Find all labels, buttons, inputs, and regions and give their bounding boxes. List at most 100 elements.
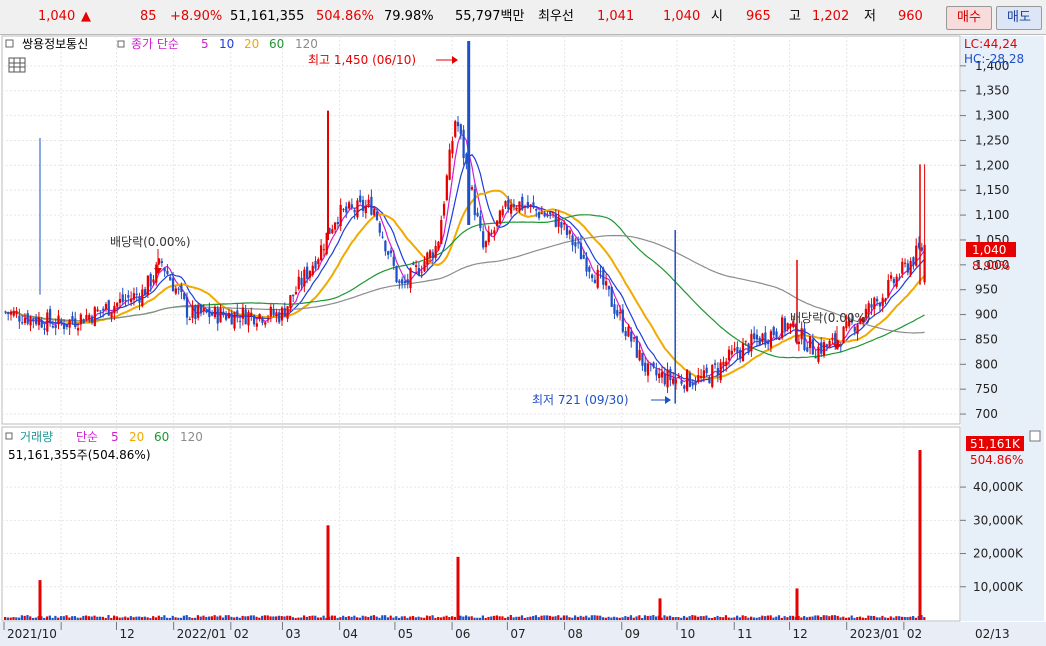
x-tick-label: 05	[398, 627, 413, 641]
current-pct-text: 8.90%	[972, 259, 1010, 273]
hc-label: HC:-28,28	[964, 52, 1024, 66]
candle-body	[881, 297, 884, 307]
volume-bar	[610, 617, 613, 620]
sell-button[interactable]: 매도	[996, 6, 1042, 30]
volume-bar	[76, 617, 79, 620]
volume-bar	[744, 616, 747, 620]
candle-body	[160, 261, 163, 264]
x-tick-label: 02/13	[975, 627, 1010, 641]
volume-bar	[121, 617, 124, 620]
volume-bar	[842, 616, 845, 620]
volume-bar	[772, 617, 775, 620]
candle-body	[515, 207, 518, 210]
candle-body	[825, 344, 828, 347]
candle-body	[780, 317, 784, 339]
candle-body	[903, 262, 907, 264]
volume-bar	[235, 616, 239, 620]
volume-bar	[724, 615, 728, 620]
volume-tick-label: 10,000K	[973, 580, 1024, 594]
candle-body	[367, 199, 370, 204]
candle-body	[266, 318, 270, 320]
candle-body	[462, 129, 465, 159]
quote-volume-ratio: 504.86%	[316, 9, 374, 24]
volume-spike-bar	[658, 598, 662, 620]
candle-body	[4, 311, 7, 313]
volume-bar	[523, 617, 526, 620]
x-tick-label: 07	[510, 627, 525, 641]
volume-bar	[615, 617, 619, 620]
candle-body	[292, 294, 295, 297]
candle-body	[442, 203, 446, 216]
candle-body	[99, 310, 102, 312]
volume-bar	[596, 615, 599, 620]
candle-body	[884, 298, 887, 302]
candle-body	[618, 312, 622, 314]
candle-body	[12, 310, 15, 316]
volume-bar	[269, 616, 272, 620]
candle-body	[465, 153, 468, 164]
volume-bar	[677, 617, 680, 620]
price-tick-label: 1,200	[975, 158, 1009, 172]
volume-bar	[350, 616, 353, 620]
volume-bar	[872, 616, 876, 620]
x-tick-label: 2022/01	[177, 627, 227, 641]
candle-body	[878, 302, 882, 307]
candle-body	[280, 307, 284, 321]
volume-bar	[230, 616, 233, 620]
grid-table-icon[interactable]	[8, 57, 26, 73]
candle-body	[579, 242, 583, 260]
price-tick-label: 1,350	[975, 84, 1009, 98]
buy-button[interactable]: 매수	[946, 6, 992, 30]
volume-bar	[428, 616, 431, 620]
volume-bar	[822, 615, 825, 620]
volume-bar	[110, 617, 113, 620]
candle-body	[627, 326, 630, 337]
candle-body	[345, 206, 348, 213]
candle-body	[758, 338, 761, 346]
volume-bar	[149, 617, 152, 620]
candle-body	[401, 279, 404, 284]
volume-bar	[699, 616, 702, 620]
candle-body	[889, 275, 893, 279]
candle-body	[350, 204, 353, 208]
volume-bar	[300, 617, 303, 620]
candle-body	[725, 361, 728, 366]
volume-bar	[520, 615, 524, 620]
volume-bar	[467, 616, 471, 620]
candle-body	[68, 319, 71, 328]
candle-body	[191, 306, 194, 318]
volume-bar	[923, 617, 926, 620]
volume-bar	[210, 616, 213, 620]
volume-bar	[409, 616, 412, 620]
volume-bar	[31, 617, 35, 620]
volume-expand-icon[interactable]	[1029, 430, 1041, 442]
volume-bar	[400, 616, 403, 620]
volume-bar	[96, 616, 99, 620]
candle-body	[347, 202, 351, 209]
volume-bar	[881, 615, 884, 620]
candle-body	[537, 212, 541, 218]
candle-body	[392, 256, 395, 266]
volume-bar	[451, 616, 454, 620]
volume-bar	[501, 616, 504, 620]
volume-bar	[766, 615, 769, 620]
volume-bar	[736, 615, 739, 620]
volume-bar	[643, 615, 647, 620]
volume-bar	[453, 616, 457, 620]
candle-body	[744, 340, 747, 342]
candle-body	[560, 222, 563, 228]
volume-current-text: 51,161K	[970, 437, 1021, 451]
candle-body	[699, 376, 703, 378]
volume-bar	[537, 617, 540, 620]
volume-bar	[599, 615, 602, 620]
volume-bar	[551, 616, 554, 620]
candle-body	[655, 369, 658, 376]
candle-body	[79, 314, 82, 325]
up-arrow-icon: ▲	[81, 9, 91, 24]
candle-body	[18, 315, 21, 322]
candle-body	[616, 310, 619, 316]
volume-bar	[163, 615, 166, 620]
volume-bar	[252, 615, 255, 620]
volume-bar	[783, 616, 786, 620]
candle-body	[389, 250, 393, 254]
